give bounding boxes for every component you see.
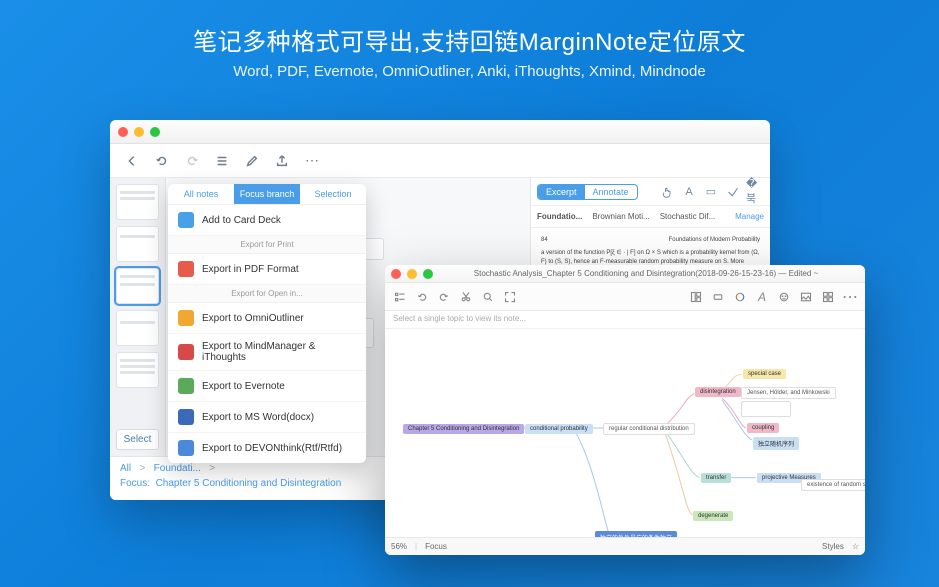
export-evernote-item[interactable]: Export to Evernote bbox=[168, 371, 366, 402]
window-title: Stochastic Analysis_Chapter 5 Conditioni… bbox=[433, 269, 859, 278]
image-icon[interactable] bbox=[797, 288, 815, 306]
hero-banner: 笔记多种格式可导出,支持回链MarginNote定位原文 Word, PDF, … bbox=[0, 0, 939, 80]
link-icon[interactable]: �북 bbox=[746, 183, 764, 201]
mind-node[interactable]: 独立的处处最广的条件独立 bbox=[595, 531, 677, 537]
mind-node[interactable]: special case bbox=[743, 369, 786, 379]
dd-tab-focus[interactable]: Focus branch bbox=[234, 184, 300, 204]
list-button[interactable] bbox=[208, 150, 236, 172]
status-bar: 56% | Focus Styles ☆ bbox=[385, 537, 865, 555]
omnioutliner-icon bbox=[178, 310, 194, 326]
titlebar bbox=[110, 120, 770, 144]
crop-icon[interactable] bbox=[724, 183, 742, 201]
export-omni-item[interactable]: Export to OmniOutliner bbox=[168, 303, 366, 334]
mind-node[interactable]: 独立随机序列 bbox=[753, 437, 799, 450]
more-icon[interactable]: ⋯ bbox=[841, 288, 859, 306]
add-to-deck-item[interactable]: Add to Card Deck bbox=[168, 205, 366, 236]
mindmanager-icon bbox=[178, 344, 194, 360]
text-icon[interactable]: A bbox=[680, 183, 698, 201]
undo-button[interactable] bbox=[148, 150, 176, 172]
dd-tab-all[interactable]: All notes bbox=[168, 184, 234, 204]
undo-icon[interactable] bbox=[413, 288, 431, 306]
mind-node[interactable]: coupling bbox=[747, 423, 779, 433]
layout-icon[interactable] bbox=[687, 288, 705, 306]
titlebar: Stochastic Analysis_Chapter 5 Conditioni… bbox=[385, 265, 865, 283]
deck-icon bbox=[178, 212, 194, 228]
hand-icon[interactable] bbox=[658, 183, 676, 201]
dd-tab-selection[interactable]: Selection bbox=[300, 184, 366, 204]
toolbar: ⋯ bbox=[110, 144, 770, 178]
close-icon[interactable] bbox=[118, 127, 128, 137]
toolbar: A ⋯ bbox=[385, 283, 865, 311]
thumbnail-sidebar: Select bbox=[110, 178, 166, 456]
thumbnail[interactable] bbox=[116, 310, 159, 346]
cut-icon[interactable] bbox=[457, 288, 475, 306]
page-header: Foundations of Modern Probability bbox=[669, 236, 760, 245]
page-number: 84 bbox=[541, 236, 548, 245]
star-icon[interactable]: ☆ bbox=[852, 542, 859, 551]
emoji-icon[interactable] bbox=[775, 288, 793, 306]
doc-tab[interactable]: Brownian Moti... bbox=[592, 212, 649, 221]
redo-button[interactable] bbox=[178, 150, 206, 172]
select-button[interactable]: Select bbox=[116, 429, 159, 450]
font-icon[interactable]: A bbox=[753, 288, 771, 306]
mindmap-window: Stochastic Analysis_Chapter 5 Conditioni… bbox=[385, 265, 865, 555]
mind-node[interactable]: regular conditional distribution bbox=[603, 423, 695, 435]
zoom-level[interactable]: 56% bbox=[391, 542, 407, 551]
shape-icon[interactable]: ▭ bbox=[702, 183, 720, 201]
export-word-item[interactable]: Export to MS Word(docx) bbox=[168, 402, 366, 433]
topic-search[interactable]: Select a single topic to view its note..… bbox=[385, 311, 865, 329]
color-icon[interactable] bbox=[731, 288, 749, 306]
export-dropdown: All notes Focus branch Selection Add to … bbox=[168, 184, 366, 463]
hero-subtitle: Word, PDF, Evernote, OmniOutliner, Anki,… bbox=[0, 63, 939, 80]
section-label: Export for Print bbox=[168, 236, 366, 254]
mode-segment[interactable]: Excerpt Annotate bbox=[537, 184, 638, 200]
thumbnail[interactable] bbox=[116, 268, 159, 304]
hero-title: 笔记多种格式可导出,支持回链MarginNote定位原文 bbox=[0, 22, 939, 57]
back-button[interactable] bbox=[118, 150, 146, 172]
thumbnail[interactable] bbox=[116, 184, 159, 220]
document-tabs: Foundatio... Brownian Moti... Stochastic… bbox=[531, 206, 770, 228]
evernote-icon bbox=[178, 378, 194, 394]
mind-node[interactable]: existence of random sequences bbox=[801, 479, 865, 491]
close-icon[interactable] bbox=[391, 269, 401, 279]
zoom-icon[interactable] bbox=[150, 127, 160, 137]
export-devonthink-item[interactable]: Export to DEVONthink(Rtf/Rtfd) bbox=[168, 433, 366, 463]
share-button[interactable] bbox=[268, 150, 296, 172]
expand-icon[interactable] bbox=[501, 288, 519, 306]
excerpt-tab[interactable]: Excerpt bbox=[538, 185, 585, 199]
manage-button[interactable]: Manage bbox=[735, 212, 764, 221]
grid-icon[interactable] bbox=[819, 288, 837, 306]
export-pdf-item[interactable]: Export in PDF Format bbox=[168, 254, 366, 285]
export-mindmanager-item[interactable]: Export to MindManager & iThoughts bbox=[168, 334, 366, 371]
edit-button[interactable] bbox=[238, 150, 266, 172]
mind-node[interactable]: degenerate bbox=[693, 511, 733, 521]
zoom-icon[interactable] bbox=[479, 288, 497, 306]
annotate-tab[interactable]: Annotate bbox=[585, 185, 637, 199]
focus-button[interactable]: Focus bbox=[425, 542, 447, 551]
minimize-icon[interactable] bbox=[134, 127, 144, 137]
section-label: Export for Open in... bbox=[168, 285, 366, 303]
mindmap-canvas[interactable]: Chapter 5 Conditioning and Disintegratio… bbox=[385, 329, 865, 537]
styles-button[interactable]: Styles bbox=[822, 542, 844, 551]
word-icon bbox=[178, 409, 194, 425]
pdf-icon bbox=[178, 261, 194, 277]
note-box[interactable] bbox=[741, 401, 791, 417]
redo-icon[interactable] bbox=[435, 288, 453, 306]
minimize-icon[interactable] bbox=[407, 269, 417, 279]
zoom-icon[interactable] bbox=[423, 269, 433, 279]
mind-node[interactable]: disintegration bbox=[695, 387, 741, 397]
devonthink-icon bbox=[178, 440, 194, 456]
doc-tab[interactable]: Foundatio... bbox=[537, 212, 582, 221]
thumbnail[interactable] bbox=[116, 352, 159, 388]
root-node[interactable]: Chapter 5 Conditioning and Disintegratio… bbox=[403, 424, 524, 434]
mind-node[interactable]: transfer bbox=[701, 473, 731, 483]
doc-tab[interactable]: Stochastic Dif... bbox=[660, 212, 716, 221]
mind-node[interactable]: conditional probability bbox=[525, 424, 593, 434]
thumbnail[interactable] bbox=[116, 226, 159, 262]
mind-node[interactable]: Jensen, Hölder, and Minkowski bbox=[741, 387, 836, 399]
outline-icon[interactable] bbox=[391, 288, 409, 306]
more-button[interactable]: ⋯ bbox=[298, 150, 326, 172]
node-icon[interactable] bbox=[709, 288, 727, 306]
